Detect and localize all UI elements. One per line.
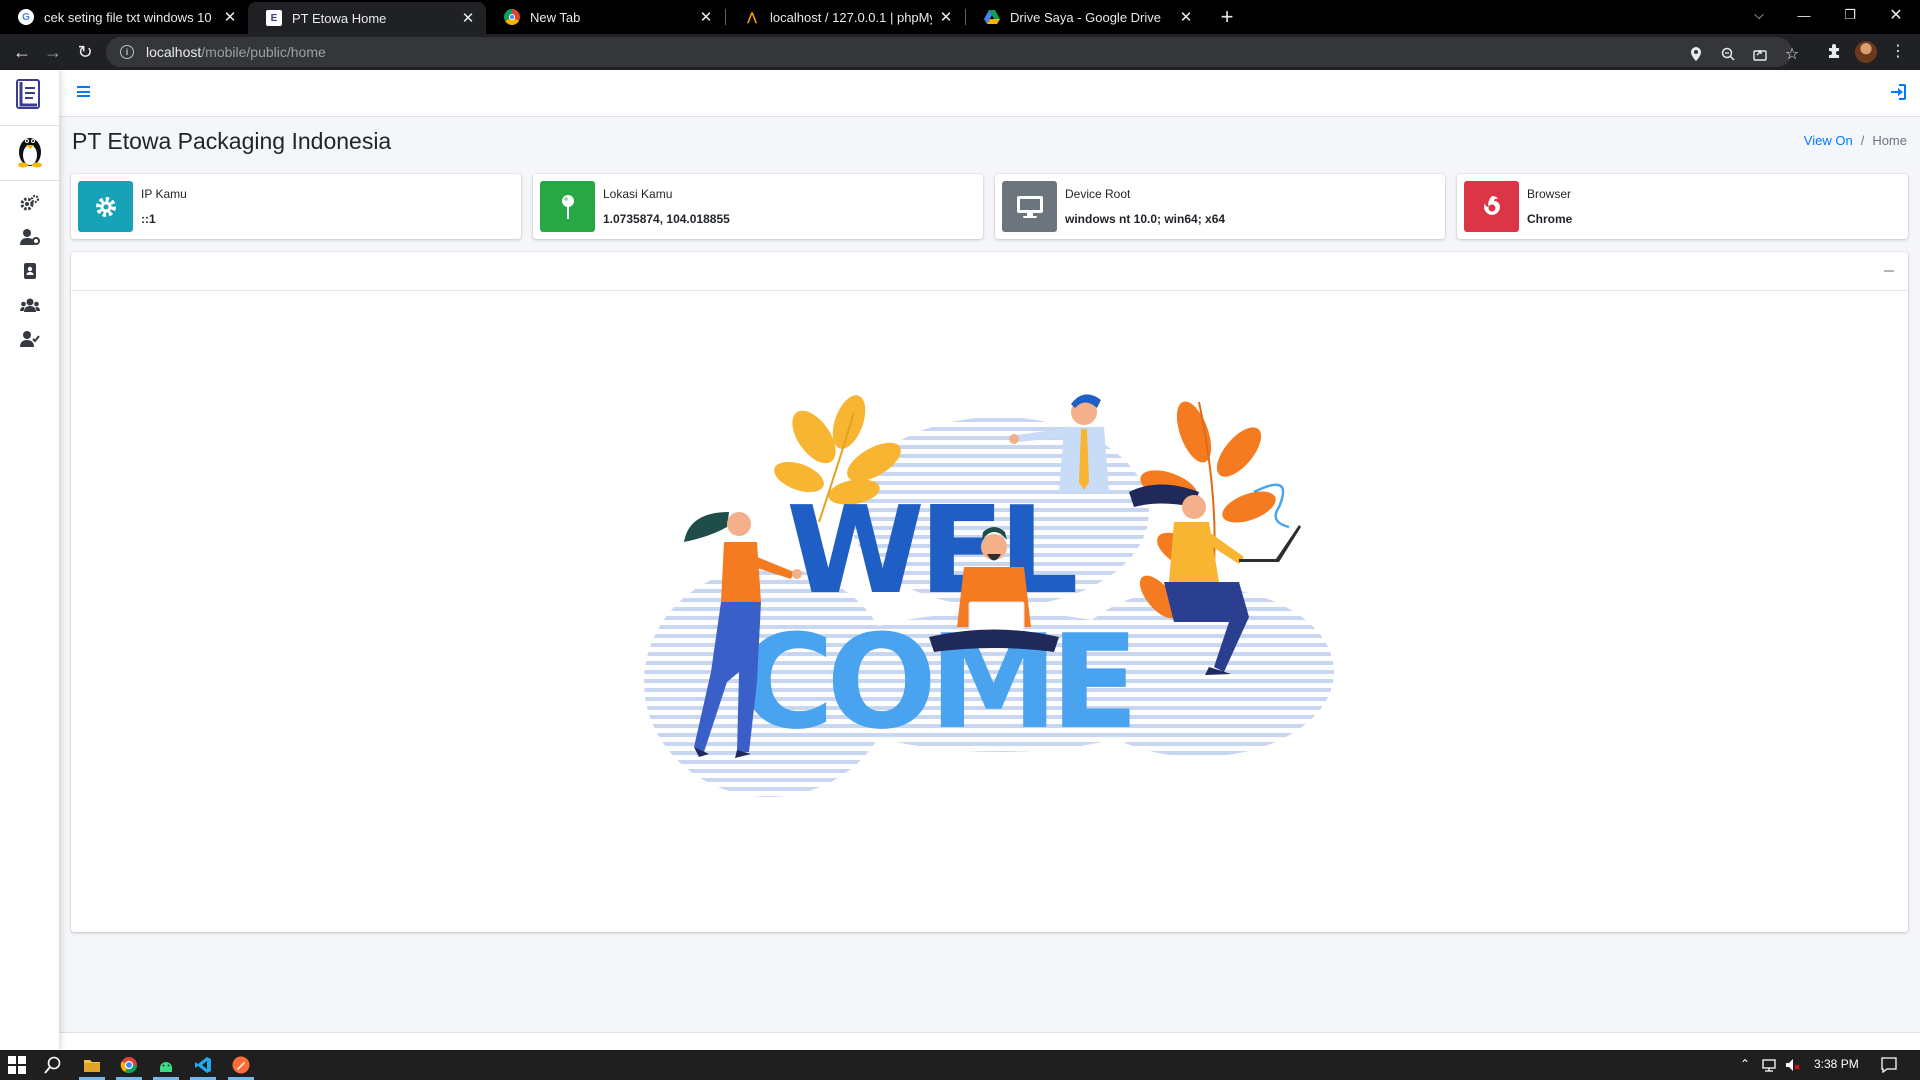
tab-search-chevron-icon[interactable]: ⌵ xyxy=(1736,0,1782,30)
map-pin-icon xyxy=(540,181,595,232)
google-drive-icon xyxy=(984,9,1000,25)
welcome-line-2: COME xyxy=(739,606,1131,758)
new-tab-button[interactable]: + xyxy=(1214,4,1240,30)
notification-center-icon[interactable] xyxy=(1880,1056,1898,1074)
chrome-icon[interactable] xyxy=(120,1056,138,1074)
chrome-icon xyxy=(504,9,520,25)
breadcrumb: View On / Home xyxy=(1804,133,1907,148)
close-icon[interactable]: ✕ xyxy=(938,8,954,26)
info-box-ip: IP Kamu ::1 xyxy=(71,174,521,239)
tab-title: cek seting file txt windows 10 - P xyxy=(44,9,216,25)
card-header xyxy=(71,252,1908,291)
browser-toolbar: ← → ↻ i localhost/mobile/public/home ☆ ⋮ xyxy=(0,34,1920,70)
users-icon[interactable] xyxy=(20,296,40,314)
browser-menu-icon[interactable]: ⋮ xyxy=(1888,41,1908,61)
tray-chevron-up-icon[interactable]: ⌃ xyxy=(1740,1057,1750,1071)
close-icon[interactable]: ✕ xyxy=(460,9,476,27)
info-box-label: Browser xyxy=(1527,187,1572,201)
browser-tab-active[interactable]: E PT Etowa Home ✕ xyxy=(248,2,486,34)
main-footer xyxy=(59,1032,1920,1050)
hamburger-menu-icon[interactable] xyxy=(77,86,90,97)
back-button[interactable]: ← xyxy=(8,38,36,66)
taskbar-clock[interactable]: 3:38 PM xyxy=(1814,1057,1859,1071)
collapse-minus-icon[interactable] xyxy=(1884,270,1894,272)
desktop-icon xyxy=(1002,181,1057,232)
address-book-icon[interactable] xyxy=(20,262,40,280)
network-icon[interactable] xyxy=(1761,1056,1779,1074)
tab-title: Drive Saya - Google Drive xyxy=(1010,9,1161,25)
reload-button[interactable]: ↻ xyxy=(71,38,99,66)
minimize-button[interactable]: — xyxy=(1781,0,1827,30)
browser-tab[interactable]: ⋀ localhost / 127.0.0.1 | phpMyAdm ✕ xyxy=(726,0,964,34)
tab-title: New Tab xyxy=(530,9,581,25)
gear-icon xyxy=(78,181,133,232)
search-icon[interactable] xyxy=(44,1056,62,1074)
windows-start-icon[interactable] xyxy=(8,1056,26,1074)
browser-tab[interactable]: G cek seting file txt windows 10 - P ✕ xyxy=(0,0,248,34)
url-path: /mobile/public/home xyxy=(201,44,326,60)
zoom-icon[interactable] xyxy=(1718,44,1738,64)
user-cog-icon[interactable] xyxy=(20,228,40,246)
site-info-icon[interactable]: i xyxy=(120,45,134,59)
close-icon[interactable]: ✕ xyxy=(1178,8,1194,26)
sign-out-icon[interactable] xyxy=(1890,84,1906,100)
windows-taskbar: ⌃ 3:38 PM xyxy=(0,1050,1920,1080)
location-pin-icon[interactable] xyxy=(1686,44,1706,64)
info-box-location: Lokasi Kamu 1.0735874, 104.018855 xyxy=(533,174,983,239)
info-box-value: Chrome xyxy=(1527,212,1573,226)
info-box-value: 1.0735874, 104.018855 xyxy=(603,212,730,226)
info-box-device: Device Root windows nt 10.0; win64; x64 xyxy=(995,174,1445,239)
user-check-icon[interactable] xyxy=(20,330,40,348)
volume-muted-icon[interactable] xyxy=(1784,1056,1802,1074)
tab-title: localhost / 127.0.0.1 | phpMyAdm xyxy=(770,9,932,25)
share-icon[interactable] xyxy=(1750,44,1770,64)
welcome-illustration: WEL COME xyxy=(639,382,1359,812)
breadcrumb-link-view-on[interactable]: View On xyxy=(1804,133,1853,148)
postman-icon[interactable] xyxy=(232,1056,250,1074)
address-bar[interactable]: i localhost/mobile/public/home ☆ xyxy=(106,37,1799,67)
cogs-icon[interactable] xyxy=(20,194,40,212)
phpmyadmin-icon: ⋀ xyxy=(746,10,758,24)
breadcrumb-separator: / xyxy=(1860,133,1865,148)
bookmark-star-icon[interactable]: ☆ xyxy=(1782,44,1802,64)
welcome-card: WEL COME xyxy=(71,252,1908,932)
breadcrumb-current: Home xyxy=(1872,133,1907,148)
close-window-button[interactable]: ✕ xyxy=(1873,0,1919,30)
close-icon[interactable]: ✕ xyxy=(698,8,714,26)
info-box-value: windows nt 10.0; win64; x64 xyxy=(1065,212,1226,226)
page-title: PT Etowa Packaging Indonesia xyxy=(72,128,392,154)
brand-logo[interactable] xyxy=(14,78,44,112)
android-studio-icon[interactable] xyxy=(157,1056,175,1074)
info-box-label: Device Root xyxy=(1065,187,1131,201)
info-box-value: ::1 xyxy=(141,212,156,226)
profile-avatar[interactable] xyxy=(1855,41,1877,63)
browser-tab[interactable]: New Tab ✕ xyxy=(486,0,724,34)
firefox-icon xyxy=(1464,181,1519,232)
google-icon: G xyxy=(18,9,34,25)
restore-button[interactable]: ❐ xyxy=(1827,0,1873,30)
close-icon[interactable]: ✕ xyxy=(222,8,238,26)
sidebar xyxy=(0,70,59,1050)
info-box-browser: Browser Chrome xyxy=(1457,174,1908,239)
vscode-icon[interactable] xyxy=(194,1056,212,1074)
browser-tab-strip: G cek seting file txt windows 10 - P ✕ E… xyxy=(0,0,1920,34)
url-host: localhost xyxy=(146,44,202,60)
site-logo-icon: E xyxy=(266,10,282,26)
divider xyxy=(0,180,59,181)
divider xyxy=(0,125,59,126)
extensions-puzzle-icon[interactable] xyxy=(1824,41,1844,61)
tab-title: PT Etowa Home xyxy=(292,10,387,26)
browser-tab[interactable]: Drive Saya - Google Drive ✕ xyxy=(966,0,1204,34)
forward-button[interactable]: → xyxy=(39,38,67,66)
user-avatar-linux-penguin[interactable] xyxy=(13,130,47,168)
info-box-label: IP Kamu xyxy=(141,187,187,201)
file-explorer-icon[interactable] xyxy=(83,1056,101,1074)
main-navbar xyxy=(59,70,1920,117)
welcome-line-1: WEL xyxy=(786,482,1076,621)
info-box-label: Lokasi Kamu xyxy=(603,187,673,201)
